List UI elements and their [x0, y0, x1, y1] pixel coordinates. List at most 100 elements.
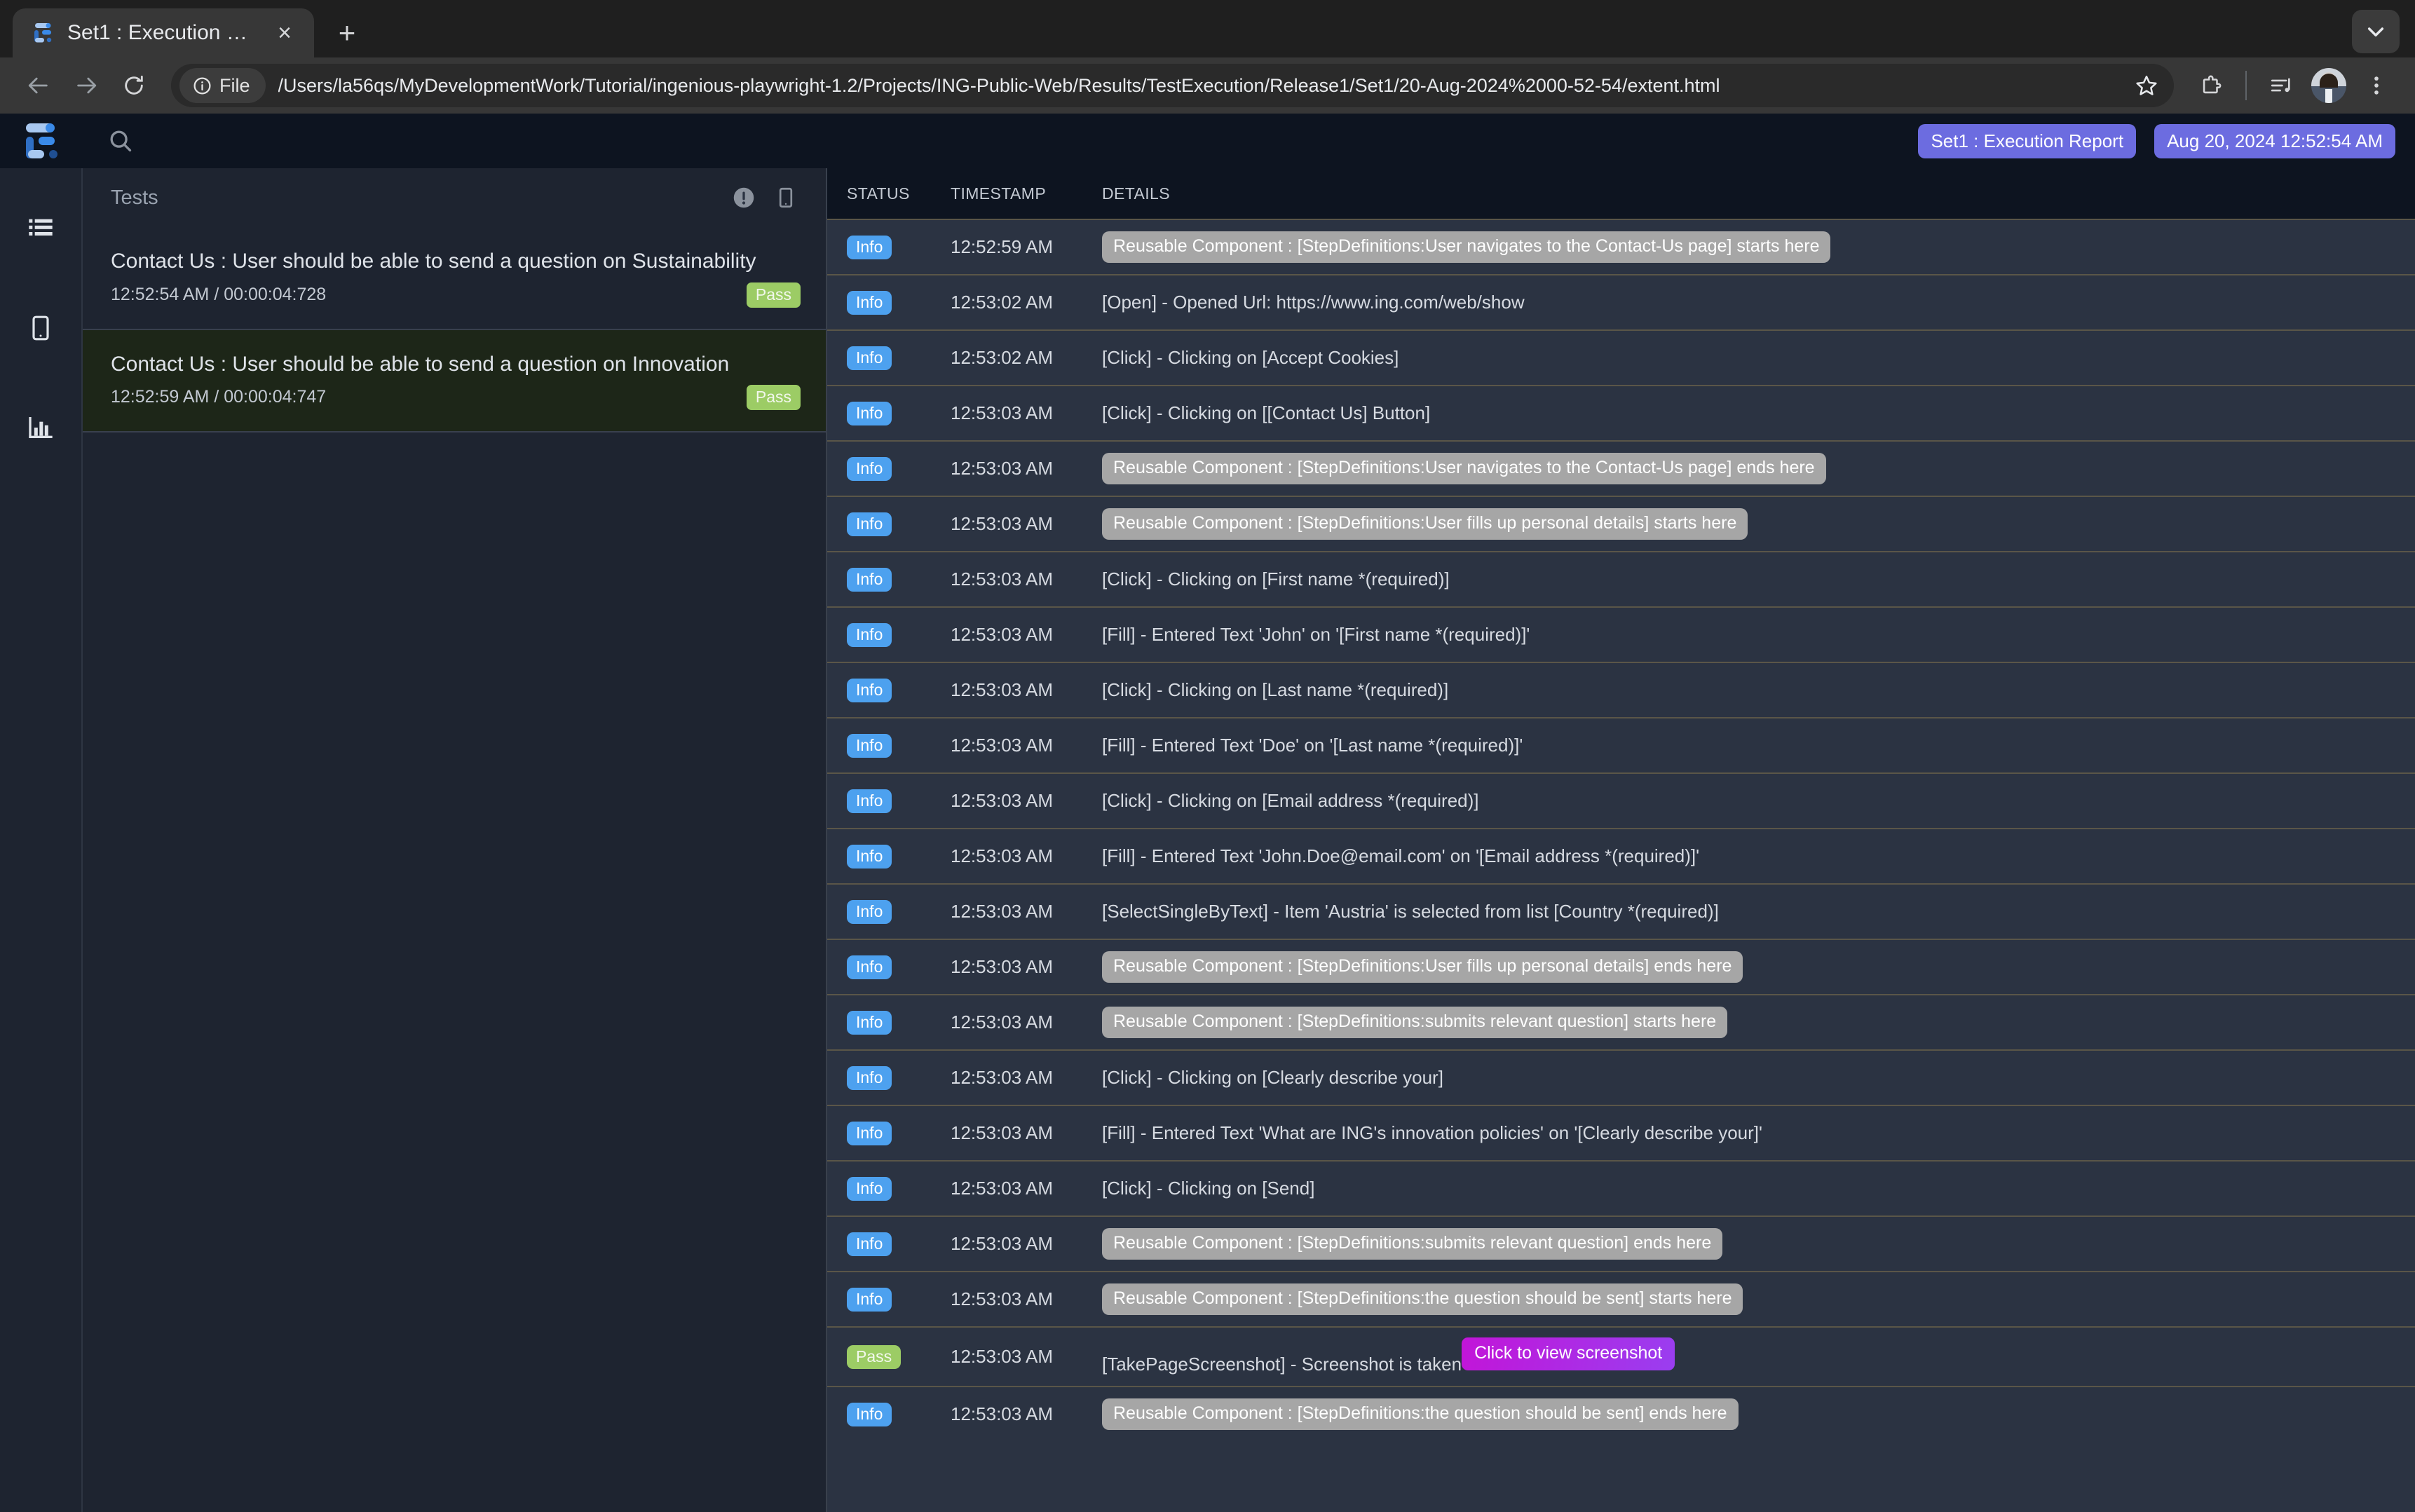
reusable-component-chip: Reusable Component : [StepDefinitions:Us…	[1102, 231, 1831, 263]
table-row: Info 12:53:03 AM [Click] - Clicking on [Cl…	[827, 1049, 2415, 1105]
table-row: Info 12:53:03 AM [Fill] - Entered Text 'Do…	[827, 717, 2415, 772]
details-cell: Reusable Component : [StepDefinitions:Us…	[1102, 508, 2415, 540]
back-arrow-icon[interactable]	[17, 64, 60, 107]
close-icon[interactable]: ×	[269, 18, 300, 48]
table-row: Info 12:53:03 AM [Click] - Clicking on [[C…	[827, 385, 2415, 440]
timestamp-cell: 12:53:03 AM	[951, 735, 1053, 756]
avatar[interactable]	[2307, 64, 2351, 107]
details-text: [Fill] - Entered Text 'Doe' on '[Last na…	[1102, 735, 1523, 756]
details-text: [Click] - Clicking on [Email address *(r…	[1102, 790, 1479, 811]
browser-window: Set1 : Execution Report × + File /Users/…	[0, 0, 2415, 1512]
table-row: Info 12:53:03 AM Reusable Component : [Ste…	[827, 1386, 2415, 1441]
table-row: Info 12:53:03 AM Reusable Component : [Ste…	[827, 440, 2415, 496]
details-text: [Click] - Clicking on [Last name *(requi…	[1102, 679, 1449, 700]
table-row: Info 12:53:03 AM [SelectSingleByText] - It…	[827, 883, 2415, 939]
timestamp-cell: 12:53:03 AM	[951, 1403, 1053, 1424]
three-dot-menu-icon[interactable]	[2355, 64, 2398, 107]
status-cell: Info	[847, 899, 951, 924]
address-bar[interactable]: File /Users/la56qs/MyDevelopmentWork/Tut…	[171, 64, 2174, 107]
chevron-down-icon[interactable]	[2352, 10, 2400, 53]
details-text: [Click] - Clicking on [Clearly describe …	[1102, 1067, 1443, 1088]
report-title-badge[interactable]: Set1 : Execution Report	[1918, 123, 2137, 158]
status-cell: Info	[847, 1287, 951, 1312]
details-cell: [Fill] - Entered Text 'What are ING's in…	[1102, 1122, 2415, 1144]
timestamp-cell: 12:53:02 AM	[951, 292, 1053, 313]
details-text: [Click] - Clicking on [Accept Cookies]	[1102, 347, 1399, 368]
report-timestamp-badge[interactable]: Aug 20, 2024 12:52:54 AM	[2154, 123, 2395, 158]
device-icon[interactable]	[21, 308, 60, 348]
search-icon[interactable]	[83, 128, 158, 154]
details-cell: Reusable Component : [StepDefinitions:th…	[1102, 1398, 2415, 1430]
device-icon[interactable]	[770, 182, 802, 214]
forward-arrow-icon[interactable]	[64, 64, 108, 107]
table-row: Info 12:53:03 AM [Fill] - Entered Text 'Wh…	[827, 1105, 2415, 1160]
details-cell: [Click] - Clicking on [First name *(requ…	[1102, 568, 2415, 590]
status-badge: Info	[847, 1121, 892, 1145]
bar-chart-icon[interactable]	[21, 408, 60, 447]
url-text: /Users/la56qs/MyDevelopmentWork/Tutorial…	[278, 74, 1720, 96]
status-badge: Info	[847, 955, 892, 979]
test-name: Contact Us : User should be able to send…	[111, 250, 756, 273]
list-item[interactable]: Contact Us : User should be able to send…	[83, 227, 826, 330]
status-cell: Info	[847, 235, 951, 259]
status-badge: Info	[847, 512, 892, 536]
status-badge: Info	[847, 1287, 892, 1312]
status-cell: Info	[847, 456, 951, 481]
table-row: Info 12:53:02 AM [Click] - Clicking on [Ac…	[827, 329, 2415, 385]
timestamp-cell: 12:53:03 AM	[951, 624, 1053, 645]
timestamp-cell: 12:53:03 AM	[951, 1067, 1053, 1088]
media-control-icon[interactable]	[2259, 64, 2303, 107]
details-text: [TakePageScreenshot] - Screenshot is tak…	[1102, 1354, 1462, 1375]
timestamp-cell: 12:53:03 AM	[951, 1288, 1053, 1309]
details-cell: [SelectSingleByText] - Item 'Austria' is…	[1102, 901, 2415, 922]
details-text: [Open] - Opened Url: https://www.ing.com…	[1102, 292, 1525, 313]
browser-tab[interactable]: Set1 : Execution Report ×	[13, 8, 314, 57]
details-cell: [Open] - Opened Url: https://www.ing.com…	[1102, 292, 2415, 313]
table-row: Info 12:52:59 AM Reusable Component : [Ste…	[827, 219, 2415, 274]
timestamp-cell: 12:53:03 AM	[951, 679, 1053, 700]
details-cell: [Click] - Clicking on [Accept Cookies]	[1102, 347, 2415, 369]
details-cell: [TakePageScreenshot] - Screenshot is tak…	[1102, 1328, 2415, 1386]
status-badge: Info	[847, 456, 892, 481]
timestamp-cell: 12:53:03 AM	[951, 513, 1053, 534]
status-cell: Info	[847, 1121, 951, 1145]
file-scheme-chip[interactable]: File	[179, 68, 266, 103]
extent-reports-logo	[0, 123, 83, 158]
reload-icon[interactable]	[112, 64, 156, 107]
status-cell: Info	[847, 512, 951, 536]
list-item[interactable]: Contact Us : User should be able to send…	[83, 329, 826, 433]
extent-report-app: Set1 : Execution Report Aug 20, 2024 12:…	[0, 114, 2415, 1512]
list-icon[interactable]	[21, 209, 60, 248]
extent-report-icon	[31, 21, 55, 45]
reusable-component-chip: Reusable Component : [StepDefinitions:Us…	[1102, 453, 1826, 484]
status-badge: Info	[847, 789, 892, 813]
view-screenshot-button[interactable]: Click to view screenshot	[1462, 1337, 1675, 1370]
details-cell: Reusable Component : [StepDefinitions:Us…	[1102, 453, 2415, 484]
test-name: Contact Us : User should be able to send…	[111, 352, 730, 376]
status-cell: Info	[847, 290, 951, 315]
star-icon[interactable]	[2126, 65, 2167, 106]
status-cell: Info	[847, 567, 951, 592]
details-text: [Fill] - Entered Text 'John' on '[First …	[1102, 624, 1530, 645]
table-row: Info 12:53:03 AM [Click] - Clicking on [Fi…	[827, 551, 2415, 606]
reusable-component-chip: Reusable Component : [StepDefinitions:Us…	[1102, 508, 1748, 540]
status-badge: Info	[847, 401, 892, 425]
new-tab-button[interactable]: +	[325, 11, 369, 55]
status-cell: Info	[847, 789, 951, 813]
status-badge: Info	[847, 678, 892, 702]
browser-toolbar: File /Users/la56qs/MyDevelopmentWork/Tut…	[0, 57, 2415, 114]
reusable-component-chip: Reusable Component : [StepDefinitions:th…	[1102, 1398, 1739, 1430]
timestamp-cell: 12:53:03 AM	[951, 1233, 1053, 1254]
status-cell: Info	[847, 844, 951, 869]
status-cell: Info	[847, 733, 951, 758]
timestamp-cell: 12:53:02 AM	[951, 347, 1053, 368]
timestamp-cell: 12:53:03 AM	[951, 458, 1053, 479]
info-icon	[193, 76, 211, 95]
status-badge: Info	[847, 346, 892, 370]
column-header-timestamp: TIMESTAMP	[951, 184, 1047, 203]
puzzle-icon[interactable]	[2189, 64, 2233, 107]
tests-panel: Tests Contact Us : User should be able t…	[83, 168, 827, 1512]
status-cell: Info	[847, 1402, 951, 1426]
timestamp-cell: 12:53:03 AM	[951, 790, 1053, 811]
info-circle-icon[interactable]	[728, 182, 760, 214]
